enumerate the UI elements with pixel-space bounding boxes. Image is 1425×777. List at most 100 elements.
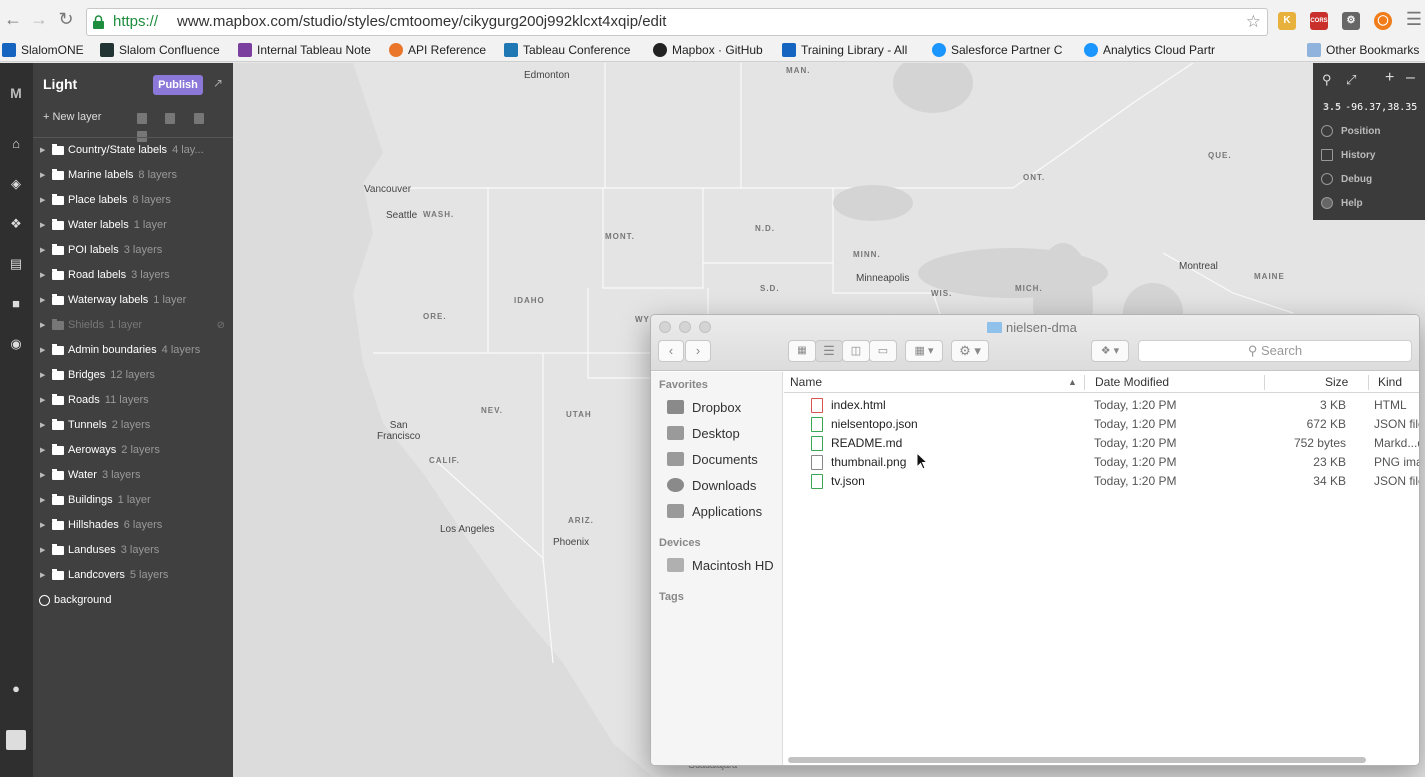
expand-caret-icon[interactable]: ▶ <box>40 313 45 338</box>
column-view-button[interactable]: ◫ <box>842 340 870 362</box>
column-separator[interactable] <box>1368 375 1369 390</box>
file-row[interactable]: thumbnail.png Today, 1:20 PM 23 KB PNG ima <box>784 453 1419 472</box>
layer-row[interactable]: ▶ Roads 11 layers <box>33 388 233 413</box>
home-icon[interactable]: ⌂ <box>6 134 26 154</box>
fullscreen-icon[interactable]: ⤢ <box>1346 72 1356 88</box>
expand-caret-icon[interactable]: ▶ <box>40 238 45 263</box>
sidebar-item-desktop[interactable]: Desktop <box>667 423 740 445</box>
address-bar[interactable]: https:// www.mapbox.com/studio/styles/cm… <box>86 8 1268 36</box>
expand-caret-icon[interactable]: ▶ <box>40 188 45 213</box>
expand-caret-icon[interactable]: ▶ <box>40 163 45 188</box>
layer-row[interactable]: ▶ Tunnels 2 layers <box>33 413 233 438</box>
expand-caret-icon[interactable]: ▶ <box>40 363 45 388</box>
expand-caret-icon[interactable]: ▶ <box>40 213 45 238</box>
expand-caret-icon[interactable]: ▶ <box>40 463 45 488</box>
search-icon[interactable]: ⚲ <box>1322 72 1332 88</box>
expand-caret-icon[interactable]: ▶ <box>40 513 45 538</box>
globe-icon[interactable]: ◉ <box>6 334 26 354</box>
column-size[interactable]: Size <box>1325 375 1348 389</box>
arrange-button[interactable]: ▦ ▾ <box>905 340 943 362</box>
mapbox-logo[interactable]: M <box>6 83 26 103</box>
extension-cors-icon[interactable]: CORS <box>1310 12 1328 30</box>
extension-puzzle-icon[interactable]: ⚙ <box>1342 12 1360 30</box>
layer-row[interactable]: ▶ Bridges 12 layers <box>33 363 233 388</box>
layer-row[interactable]: ▶ Aeroways 2 layers <box>33 438 233 463</box>
sidebar-item-macintosh-hd[interactable]: Macintosh HD <box>667 555 774 577</box>
expand-caret-icon[interactable]: ▶ <box>40 338 45 363</box>
action-gear-button[interactable]: ⚙ ▾ <box>951 340 989 362</box>
group-icon[interactable] <box>165 113 176 124</box>
zoom-window-button[interactable] <box>699 321 711 333</box>
coverflow-view-button[interactable]: ▭ <box>869 340 897 362</box>
layer-row[interactable]: ▶ Landcovers 5 layers <box>33 563 233 588</box>
layer-row[interactable]: ▶ Landuses 3 layers <box>33 538 233 563</box>
sidebar-item-downloads[interactable]: Downloads <box>667 475 756 497</box>
file-row[interactable]: index.html Today, 1:20 PM 3 KB HTML <box>784 396 1419 415</box>
extension-k-icon[interactable]: K <box>1278 12 1296 30</box>
avatar[interactable] <box>6 730 26 750</box>
dropbox-button[interactable]: ❖ ▾ <box>1091 340 1129 362</box>
zoom-out-icon[interactable]: – <box>1406 69 1415 87</box>
menu-icon[interactable]: ☰ <box>1403 8 1425 30</box>
expand-caret-icon[interactable]: ▶ <box>40 438 45 463</box>
sidebar-item-applications[interactable]: Applications <box>667 501 762 523</box>
bookmark-item[interactable]: SlalomONE <box>2 41 86 59</box>
layer-row[interactable]: ▶ Buildings 1 layer <box>33 488 233 513</box>
column-name[interactable]: Name <box>790 375 822 389</box>
stats-icon[interactable]: ▤ <box>6 254 26 274</box>
back-button[interactable]: ‹ <box>658 340 684 362</box>
layer-row-background[interactable]: background <box>33 588 233 613</box>
layer-row[interactable]: ▶ Shields 1 layer ⊘ <box>33 313 233 338</box>
layer-row[interactable]: ▶ Hillshades 6 layers <box>33 513 233 538</box>
datasets-icon[interactable]: ■ <box>6 294 26 314</box>
icon-view-button[interactable]: ▦ <box>788 340 816 362</box>
expand-caret-icon[interactable]: ▶ <box>40 563 45 588</box>
sidebar-item-documents[interactable]: Documents <box>667 449 758 471</box>
bookmark-star-icon[interactable]: ☆ <box>1246 9 1261 35</box>
back-icon[interactable]: ← <box>2 8 24 30</box>
expand-caret-icon[interactable]: ▶ <box>40 288 45 313</box>
bookmark-item[interactable]: Analytics Cloud Partr <box>1084 41 1222 59</box>
hidden-icon[interactable]: ⊘ <box>217 313 225 338</box>
new-layer-button[interactable]: + New layer <box>43 111 101 123</box>
extension-lifering-icon[interactable]: ◯ <box>1374 12 1392 30</box>
layer-row[interactable]: ▶ Place labels 8 layers <box>33 188 233 213</box>
bookmark-item[interactable]: Slalom Confluence <box>100 41 226 59</box>
layer-row[interactable]: ▶ Country/State labels 4 lay... <box>33 138 233 163</box>
layer-row[interactable]: ▶ POI labels 3 layers <box>33 238 233 263</box>
bookmark-item[interactable]: Other Bookmarks <box>1307 41 1425 59</box>
file-row[interactable]: nielsentopo.json Today, 1:20 PM 672 KB JSON… <box>784 415 1419 434</box>
list-view-button[interactable]: ☰ <box>815 340 843 362</box>
paint-bucket-icon[interactable]: ◈ <box>6 174 26 194</box>
expand-caret-icon[interactable]: ▶ <box>40 538 45 563</box>
popout-icon[interactable]: ↗ <box>213 77 225 89</box>
bookmark-item[interactable]: Salesforce Partner C <box>932 41 1074 59</box>
forward-icon[interactable]: → <box>28 8 50 30</box>
sidebar-item-dropbox[interactable]: Dropbox <box>667 397 741 419</box>
bookmark-item[interactable]: Mapbox · GitHub <box>653 41 773 59</box>
duplicate-icon[interactable] <box>137 113 147 124</box>
column-kind[interactable]: Kind <box>1378 375 1402 389</box>
finder-window[interactable]: nielsen-dma ‹ › ▦ ☰ ◫ ▭ ▦ ▾ ⚙ ▾ ❖ ▾ ⚲ Se… <box>650 314 1420 766</box>
layer-row[interactable]: ▶ Water labels 1 layer <box>33 213 233 238</box>
column-separator[interactable] <box>1084 375 1085 390</box>
column-date-modified[interactable]: Date Modified <box>1095 375 1169 389</box>
reload-icon[interactable]: ↻ <box>55 8 77 30</box>
expand-caret-icon[interactable]: ▶ <box>40 388 45 413</box>
expand-caret-icon[interactable]: ▶ <box>40 138 45 163</box>
horizontal-scrollbar[interactable] <box>788 757 1366 763</box>
bookmark-item[interactable]: Training Library - All <box>782 41 918 59</box>
bookmark-item[interactable]: API Reference <box>389 41 493 59</box>
position-button[interactable]: Position <box>1321 123 1380 141</box>
layer-row[interactable]: ▶ Admin boundaries 4 layers <box>33 338 233 363</box>
publish-button[interactable]: Publish <box>153 75 203 95</box>
layer-row[interactable]: ▶ Road labels 3 layers <box>33 263 233 288</box>
expand-caret-icon[interactable]: ▶ <box>40 263 45 288</box>
visibility-icon[interactable] <box>193 113 204 124</box>
help-button[interactable]: Help <box>1321 195 1363 213</box>
layer-row[interactable]: ▶ Water 3 layers <box>33 463 233 488</box>
bookmark-item[interactable]: Tableau Conference <box>504 41 642 59</box>
tilesets-icon[interactable]: ❖ <box>6 214 26 234</box>
notifications-icon[interactable]: ● <box>6 679 26 699</box>
history-button[interactable]: History <box>1321 147 1375 165</box>
